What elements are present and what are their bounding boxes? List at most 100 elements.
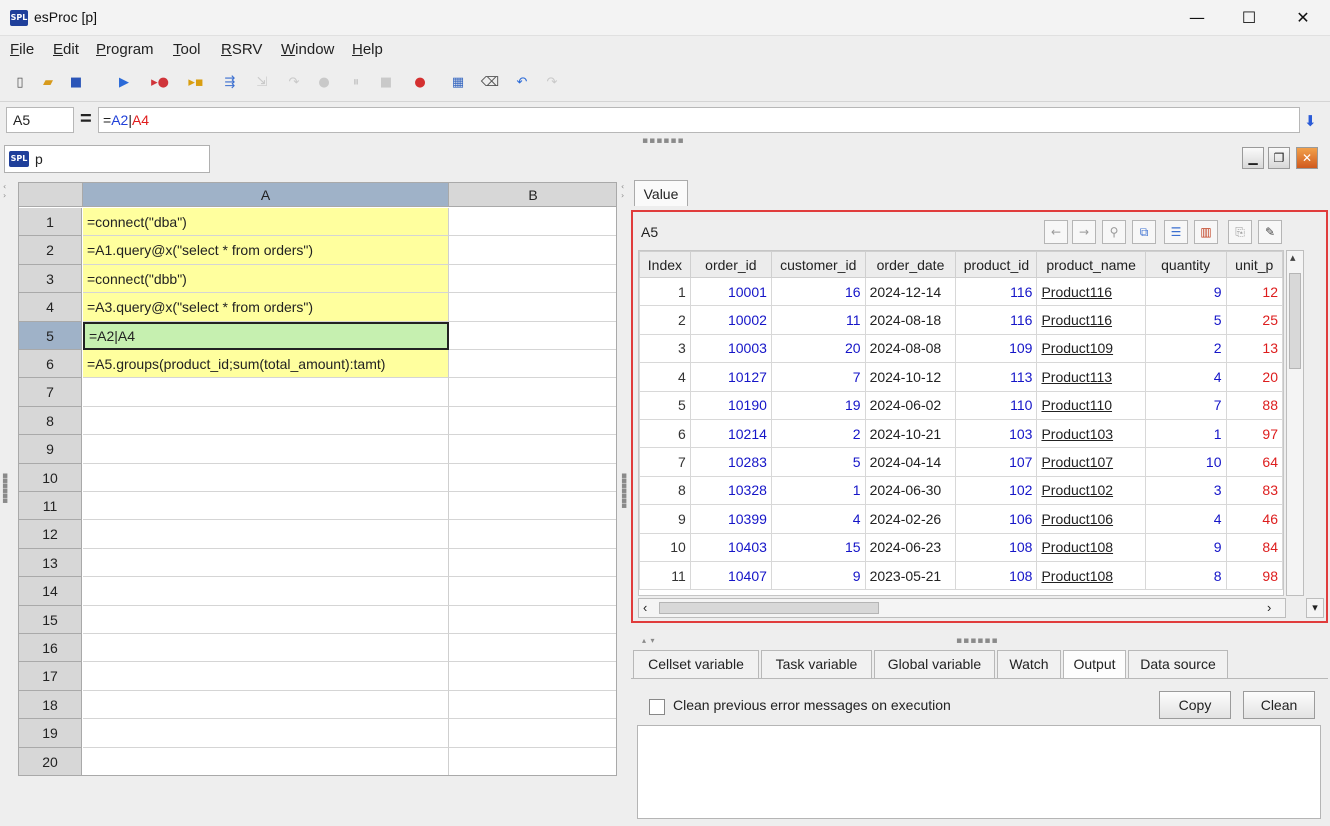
row-header[interactable]: 7: [19, 378, 82, 407]
row-header[interactable]: 10: [19, 463, 82, 492]
cell-b[interactable]: [449, 606, 616, 634]
cell-b[interactable]: [449, 208, 616, 237]
scroll-down-icon[interactable]: ▾: [1306, 598, 1324, 618]
row-header[interactable]: 6: [19, 350, 82, 379]
export-icon[interactable]: ⎘: [1228, 220, 1252, 244]
save-icon[interactable]: ■: [66, 74, 86, 92]
list-view-icon[interactable]: ☰: [1164, 220, 1188, 244]
mdi-close-button[interactable]: ✕: [1296, 147, 1318, 169]
tab-watch[interactable]: Watch: [997, 650, 1061, 678]
scroll-left-icon[interactable]: ‹: [643, 600, 647, 615]
clean-errors-checkbox[interactable]: [649, 699, 665, 715]
table-row[interactable]: 9 10399 4 2024-02-26 106 Product106 4 46: [639, 504, 1283, 534]
cell-a[interactable]: [83, 435, 449, 464]
breakpoint-icon[interactable]: ●: [410, 74, 430, 92]
cell-a[interactable]: [83, 605, 449, 634]
cell-b[interactable]: [449, 378, 616, 407]
cell-b[interactable]: [449, 577, 616, 606]
collapse-left-icon[interactable]: ‹ ›: [3, 182, 7, 200]
splitter-left-grip-icon[interactable]: ▪ ▪ ▪ ▪ ▪ ▪: [2, 472, 9, 506]
cell-a[interactable]: =A2|A4: [83, 321, 449, 350]
menu-help[interactable]: Help: [352, 41, 383, 58]
cell-a[interactable]: =connect("dba"): [83, 208, 449, 237]
table-row[interactable]: 7 10283 5 2024-04-14 107 Product107 10 64: [639, 447, 1283, 477]
row-header[interactable]: 9: [19, 435, 82, 464]
cell-a[interactable]: [83, 548, 449, 578]
stop-icon[interactable]: ●: [314, 74, 334, 92]
collapse-up-icon[interactable]: ▴ ▾: [642, 636, 656, 645]
grid-corner[interactable]: [19, 183, 83, 207]
product-name-link[interactable]: Product103: [1041, 426, 1113, 442]
run-to-cursor-icon[interactable]: ⇶: [220, 74, 240, 92]
menu-edit[interactable]: Edit: [53, 41, 79, 58]
close-button[interactable]: ✕: [1280, 0, 1326, 36]
row-header[interactable]: 2: [19, 236, 82, 265]
row-header[interactable]: 16: [19, 634, 82, 663]
product-name-link[interactable]: Product116: [1041, 312, 1112, 328]
mdi-restore-button[interactable]: ❐: [1268, 147, 1290, 169]
cell-b[interactable]: [449, 464, 616, 492]
splitter-grip-icon[interactable]: ▪▪▪▪▪▪: [642, 136, 685, 146]
cell-b[interactable]: [449, 350, 616, 379]
value-column-header[interactable]: Index: [639, 251, 691, 278]
row-header[interactable]: 13: [19, 548, 82, 578]
step-over-icon[interactable]: ↷: [284, 74, 304, 92]
cell-b[interactable]: [449, 265, 616, 294]
scroll-thumb[interactable]: [659, 602, 879, 614]
product-name-link[interactable]: Product102: [1041, 482, 1113, 498]
calculator-icon[interactable]: ▦: [448, 74, 468, 92]
cell-name-box[interactable]: A5: [6, 107, 74, 133]
cell-a[interactable]: =A3.query@x("select * from orders"): [83, 293, 449, 322]
value-table[interactable]: Index order_id customer_id order_date produc…: [638, 250, 1284, 596]
cell-b[interactable]: [449, 719, 616, 748]
menu-program[interactable]: Program: [96, 41, 154, 58]
table-row[interactable]: 11 10407 9 2023-05-21 108 Product108 8 98: [639, 560, 1283, 591]
splitter-bottom-grip-icon[interactable]: ▪▪▪▪▪▪: [956, 636, 999, 646]
cell-a[interactable]: [83, 463, 449, 492]
tab-value[interactable]: Value: [634, 180, 688, 206]
column-header-a[interactable]: A: [83, 183, 449, 207]
row-header[interactable]: 14: [19, 577, 82, 606]
cell-b[interactable]: [449, 492, 616, 521]
scroll-up-icon[interactable]: ▴: [1290, 251, 1296, 264]
scroll-right-icon[interactable]: ›: [1267, 600, 1271, 615]
cell-b[interactable]: [449, 520, 616, 549]
table-row[interactable]: 4 10127 7 2024-10-12 113 Product113 4 20: [639, 362, 1283, 392]
formula-input[interactable]: =A2|A4: [98, 107, 1300, 133]
cell-b[interactable]: [449, 293, 616, 322]
formula-expand-icon[interactable]: ⬇: [1304, 112, 1317, 130]
product-name-link[interactable]: Product107: [1041, 454, 1113, 470]
tab-cellset-variable[interactable]: Cellset variable: [633, 650, 759, 678]
output-text-area[interactable]: [637, 725, 1321, 819]
cell-a[interactable]: [83, 747, 449, 775]
product-name-link[interactable]: Product108: [1041, 539, 1113, 555]
table-row[interactable]: 10 10403 15 2024-06-23 108 Product108 9 84: [639, 532, 1283, 562]
cell-b[interactable]: [449, 549, 616, 578]
cell-b[interactable]: [449, 407, 616, 436]
cell-b[interactable]: [449, 662, 616, 691]
cell-b[interactable]: [449, 634, 616, 663]
column-header-b[interactable]: B: [449, 183, 616, 207]
cell-b[interactable]: [449, 236, 616, 265]
cell-a[interactable]: [83, 406, 449, 436]
value-column-header[interactable]: order_date: [864, 251, 957, 278]
row-header[interactable]: 15: [19, 605, 82, 634]
menu-tool[interactable]: Tool: [173, 41, 201, 58]
table-row[interactable]: 5 10190 19 2024-06-02 110 Product110 7 88: [639, 390, 1283, 420]
row-header[interactable]: 12: [19, 520, 82, 549]
row-header[interactable]: 11: [19, 492, 82, 521]
table-row[interactable]: 1 10001 16 2024-12-14 116 Product116 9 12: [639, 276, 1283, 307]
cell-a[interactable]: [83, 719, 449, 748]
tab-global-variable[interactable]: Global variable: [874, 650, 995, 678]
cell-a[interactable]: =connect("dbb"): [83, 264, 449, 294]
scroll-thumb[interactable]: [1289, 273, 1301, 369]
run-icon[interactable]: ▶: [114, 74, 134, 92]
value-column-header[interactable]: order_id: [689, 251, 772, 278]
forward-arrow-icon[interactable]: →: [1072, 220, 1096, 244]
value-column-header[interactable]: customer_id: [770, 251, 866, 278]
back-arrow-icon[interactable]: ←: [1044, 220, 1068, 244]
product-name-link[interactable]: Product110: [1041, 397, 1112, 413]
value-column-header[interactable]: product_id: [955, 251, 1038, 278]
step-into-icon[interactable]: ⇲: [252, 74, 272, 92]
clean-button[interactable]: Clean: [1243, 691, 1315, 719]
